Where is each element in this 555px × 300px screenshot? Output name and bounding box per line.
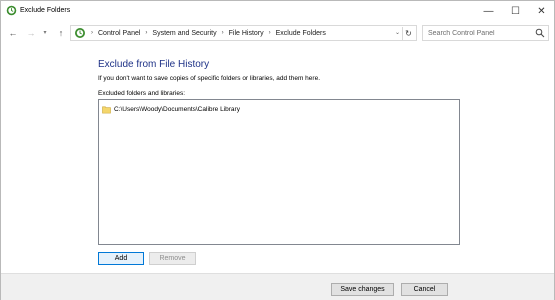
page-description: If you don't want to save copies of spec… xyxy=(98,75,320,82)
save-changes-button[interactable]: Save changes xyxy=(331,283,394,296)
cancel-button[interactable]: Cancel xyxy=(401,283,448,296)
window-title: Exclude Folders xyxy=(20,7,71,14)
dialog-footer: Save changes Cancel xyxy=(1,273,554,300)
file-history-icon xyxy=(6,5,17,16)
breadcrumb-separator[interactable]: › xyxy=(222,30,224,36)
folder-icon xyxy=(102,106,111,114)
control-panel-icon xyxy=(75,28,85,38)
search-box[interactable] xyxy=(422,25,549,41)
title-bar: Exclude Folders — ☐ ✕ xyxy=(1,1,554,21)
up-button[interactable]: ↑ xyxy=(55,25,67,40)
address-dropdown-icon[interactable]: ⌄ xyxy=(395,27,400,40)
excluded-list-label: Excluded folders and libraries: xyxy=(98,90,186,97)
breadcrumb-separator[interactable]: › xyxy=(145,30,147,36)
search-icon xyxy=(535,28,545,38)
forward-button[interactable]: → xyxy=(25,25,37,40)
exclude-folders-window: Exclude Folders — ☐ ✕ ← → ▾ ↑ › Control … xyxy=(0,0,555,300)
excluded-folders-list[interactable]: C:\Users\Woody\Documents\Calibre Library xyxy=(98,99,460,245)
recent-locations-button[interactable]: ▾ xyxy=(39,25,51,40)
add-button[interactable]: Add xyxy=(98,252,144,265)
breadcrumb-control-panel[interactable]: Control Panel xyxy=(98,30,140,37)
breadcrumb-separator[interactable]: › xyxy=(269,30,271,36)
refresh-button[interactable]: ↻ xyxy=(402,27,414,40)
breadcrumb-system-and-security[interactable]: System and Security xyxy=(152,30,216,37)
search-input[interactable] xyxy=(428,27,533,39)
list-item[interactable]: C:\Users\Woody\Documents\Calibre Library xyxy=(102,104,240,115)
breadcrumb-exclude-folders[interactable]: Exclude Folders xyxy=(276,30,326,37)
page-title: Exclude from File History xyxy=(98,59,210,70)
address-bar[interactable]: › Control Panel › System and Security › … xyxy=(70,25,417,41)
maximize-button[interactable]: ☐ xyxy=(503,1,528,21)
excluded-folder-path: C:\Users\Woody\Documents\Calibre Library xyxy=(114,106,240,113)
minimize-button[interactable]: — xyxy=(476,1,501,21)
navigation-bar: ← → ▾ ↑ › Control Panel › System and Sec… xyxy=(1,23,554,43)
close-button[interactable]: ✕ xyxy=(529,1,554,21)
back-button[interactable]: ← xyxy=(7,25,19,40)
breadcrumb-separator: › xyxy=(91,30,93,36)
remove-button[interactable]: Remove xyxy=(149,252,196,265)
breadcrumb-file-history[interactable]: File History xyxy=(229,30,264,37)
